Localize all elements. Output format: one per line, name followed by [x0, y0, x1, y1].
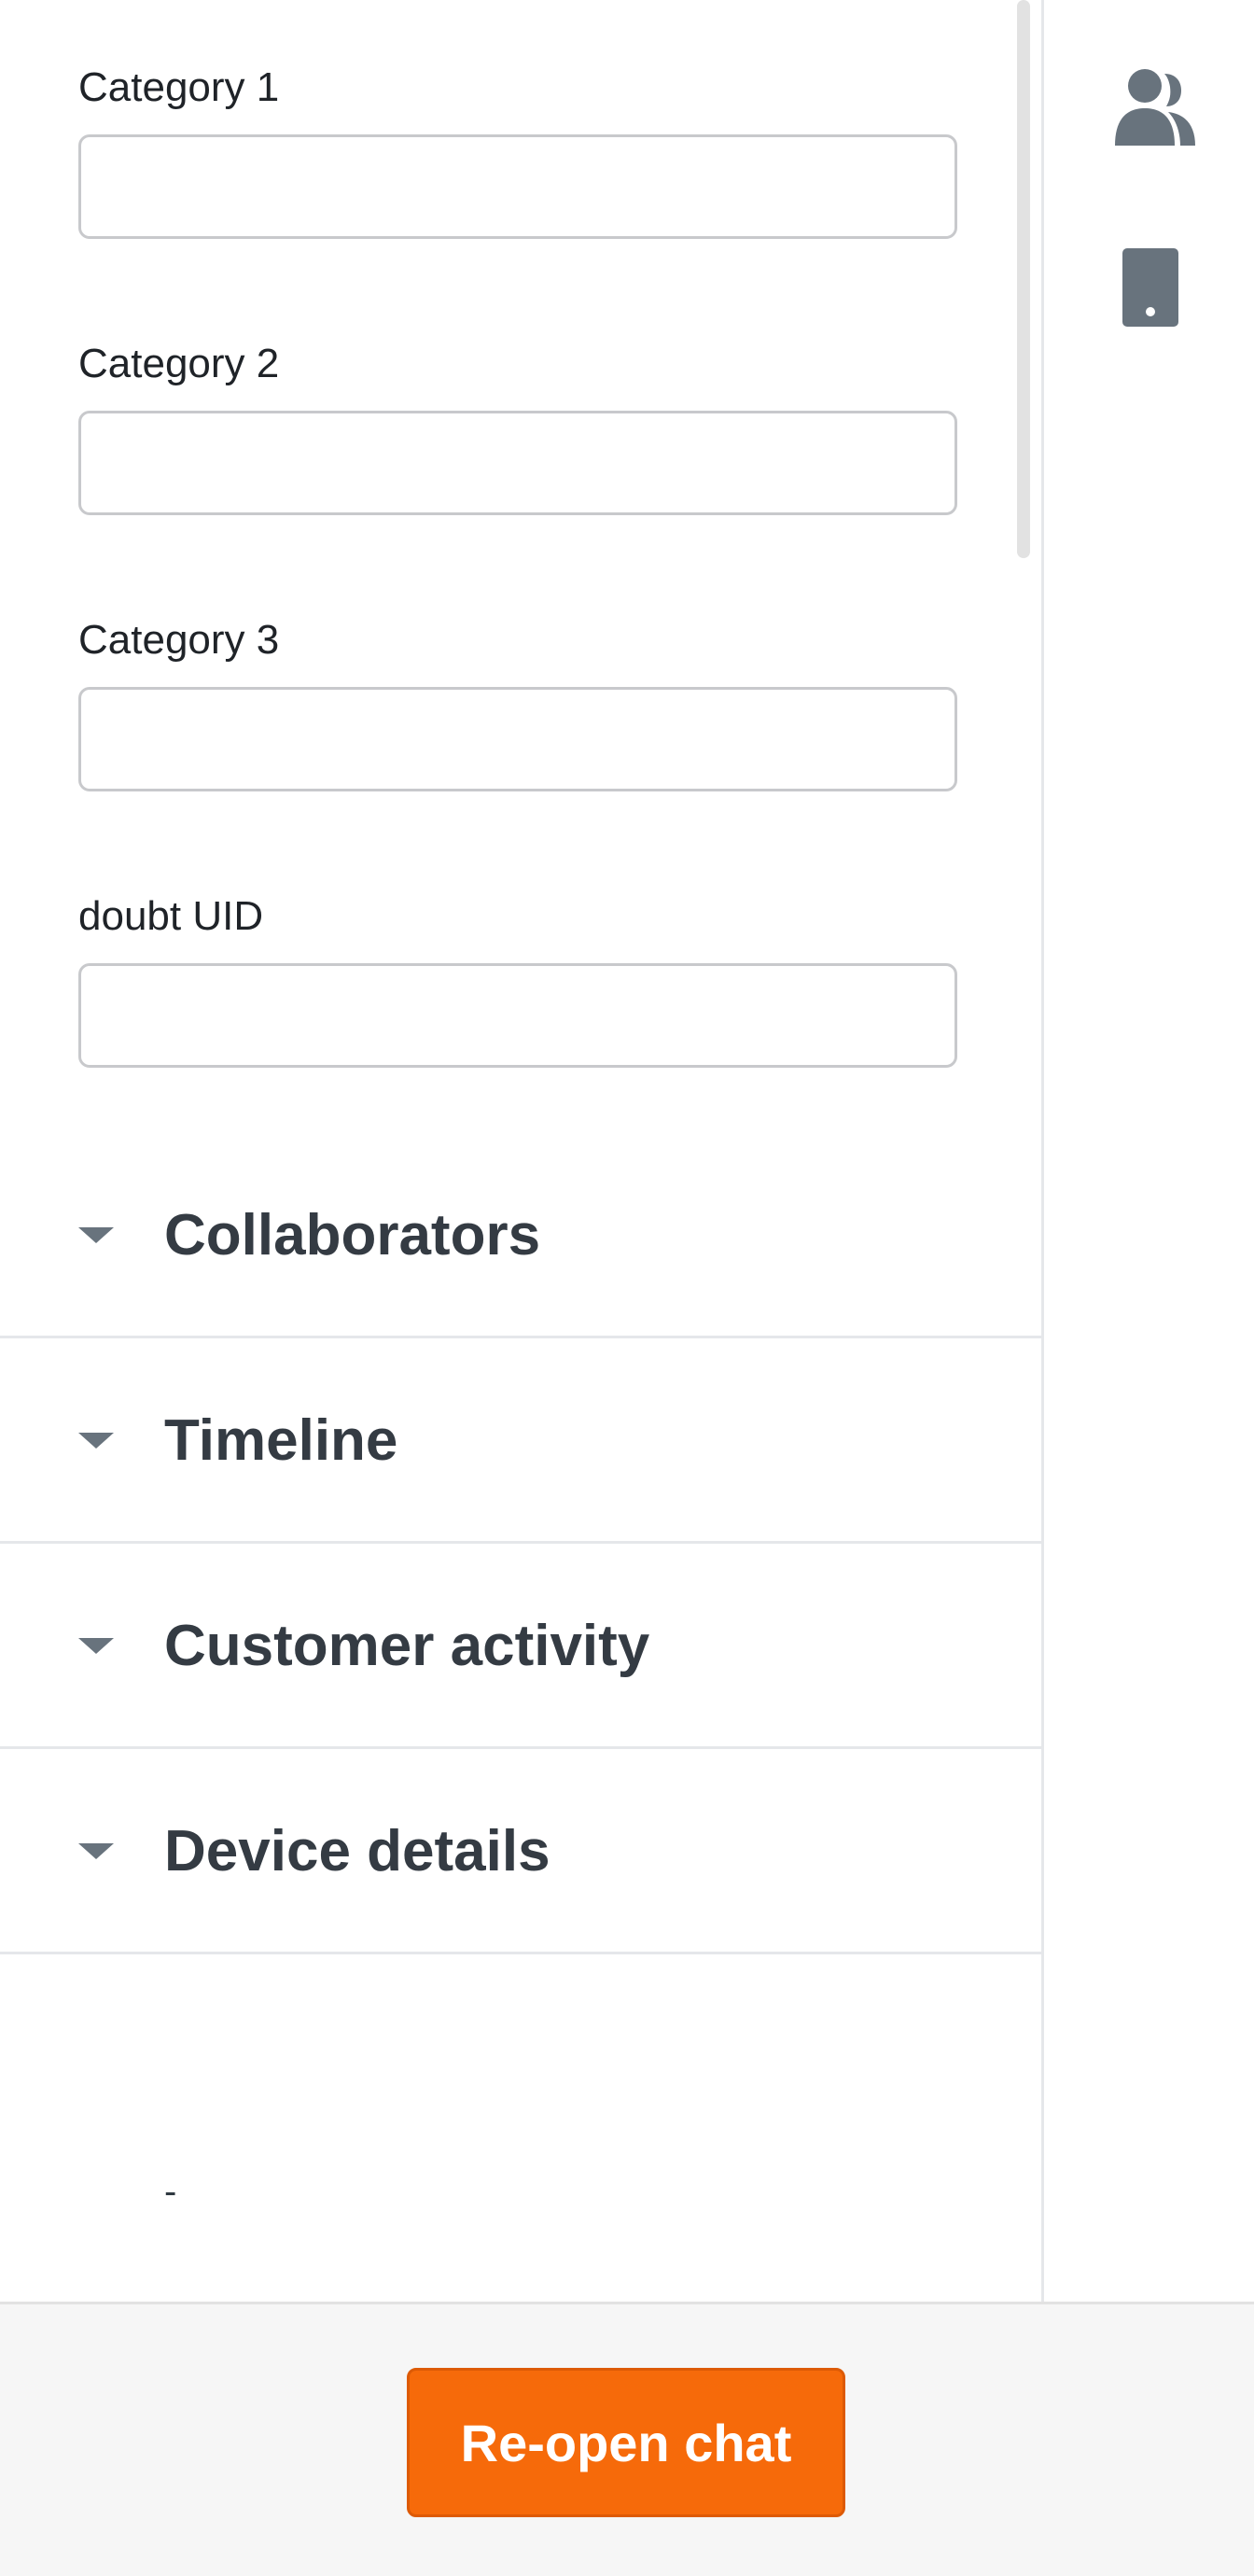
section-device-details-title: Device details	[164, 1818, 550, 1883]
section-timeline-title: Timeline	[164, 1407, 398, 1473]
section-device-details[interactable]: Device details	[0, 1751, 1041, 1954]
caret-down-icon	[78, 1433, 114, 1449]
device-details-value: -	[164, 2171, 177, 2212]
category-2-field: Category 2	[78, 341, 963, 515]
panel-scrollbar[interactable]	[1017, 0, 1030, 558]
right-rail	[1044, 0, 1254, 2302]
category-2-label: Category 2	[78, 341, 280, 386]
caret-down-icon	[78, 1227, 114, 1243]
footer-bar: Re-open chat	[0, 2302, 1254, 2576]
ticket-fields-panel: Category 1 Category 2 Category 3 doubt U…	[0, 0, 1044, 2302]
category-2-input[interactable]	[78, 411, 957, 515]
mobile-device-icon[interactable]	[1122, 248, 1178, 331]
section-timeline[interactable]: Timeline	[0, 1340, 1041, 1544]
section-collaborators[interactable]: Collaborators	[0, 1135, 1041, 1338]
section-collaborators-title: Collaborators	[164, 1202, 541, 1267]
section-customer-activity[interactable]: Customer activity	[0, 1546, 1041, 1749]
reopen-chat-button[interactable]: Re-open chat	[407, 2368, 845, 2517]
category-3-input[interactable]	[78, 687, 957, 791]
doubt-uid-field: doubt UID	[78, 893, 963, 1068]
category-3-label: Category 3	[78, 617, 280, 663]
caret-down-icon	[78, 1843, 114, 1859]
caret-down-icon	[78, 1638, 114, 1654]
category-1-label: Category 1	[78, 64, 280, 110]
doubt-uid-label: doubt UID	[78, 893, 264, 939]
category-3-field: Category 3	[78, 617, 963, 791]
ticket-sidebar-app: Category 1 Category 2 Category 3 doubt U…	[0, 0, 1254, 2576]
section-customer-activity-title: Customer activity	[164, 1613, 650, 1678]
category-1-input[interactable]	[78, 134, 957, 239]
users-icon[interactable]	[1113, 67, 1197, 152]
doubt-uid-input[interactable]	[78, 963, 957, 1068]
category-1-field: Category 1	[78, 64, 963, 239]
